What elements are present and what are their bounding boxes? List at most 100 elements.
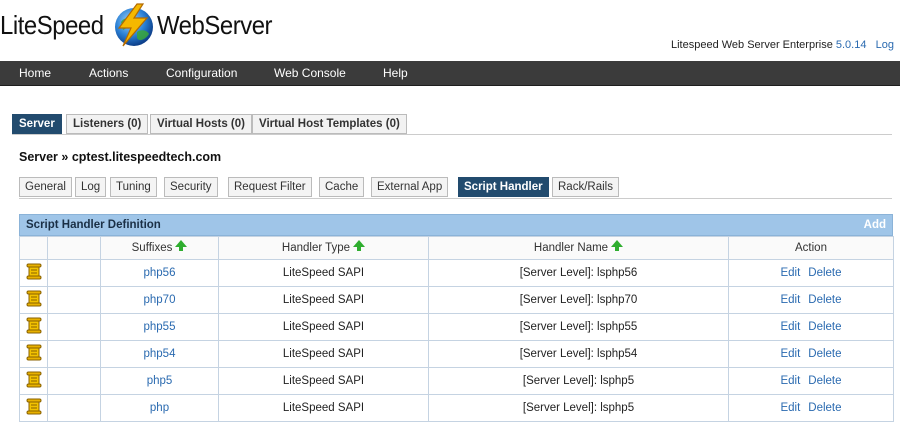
tab-general[interactable]: General	[19, 177, 72, 197]
row-blank-cell	[47, 286, 101, 314]
tab-rack-rails[interactable]: Rack/Rails	[552, 177, 619, 197]
handler-type-cell: LiteSpeed SAPI	[218, 367, 429, 395]
header-action: Action	[728, 236, 894, 260]
nav-actions[interactable]: Actions	[89, 61, 128, 85]
row-blank-cell	[47, 394, 101, 422]
table-title: Script Handler Definition	[26, 219, 161, 231]
config-tabs: General Log Tuning Security Request Filt…	[19, 177, 892, 199]
action-cell: Edit Delete	[728, 313, 894, 341]
tab-log[interactable]: Log	[75, 177, 107, 197]
table-row: php70 LiteSpeed SAPI [Server Level]: lsp…	[19, 286, 894, 314]
table-row: php LiteSpeed SAPI [Server Level]: lsphp…	[19, 394, 894, 422]
script-scroll-icon	[26, 317, 42, 334]
sort-arrow-up-icon[interactable]	[175, 240, 188, 251]
tab-request-filter[interactable]: Request Filter	[228, 177, 312, 197]
tab-cache[interactable]: Cache	[319, 177, 365, 197]
script-scroll-icon	[26, 290, 42, 307]
tab-external-app[interactable]: External App	[371, 177, 449, 197]
row-icon-cell	[19, 313, 48, 341]
tab-virtual-hosts[interactable]: Virtual Hosts (0)	[150, 114, 252, 134]
tab-listeners[interactable]: Listeners (0)	[66, 114, 149, 134]
suffix-cell[interactable]: php	[100, 394, 219, 422]
action-cell: Edit Delete	[728, 394, 894, 422]
edit-link[interactable]: Edit	[780, 402, 800, 414]
nav-home[interactable]: Home	[19, 61, 51, 85]
product-name: Litespeed Web Server Enterprise	[670, 39, 833, 51]
suffix-cell[interactable]: php70	[100, 286, 219, 314]
table-row: php55 LiteSpeed SAPI [Server Level]: lsp…	[19, 313, 894, 341]
edit-link[interactable]: Edit	[780, 375, 800, 387]
handler-type-cell: LiteSpeed SAPI	[218, 313, 429, 341]
row-blank-cell	[47, 259, 101, 287]
handler-type-cell: LiteSpeed SAPI	[218, 286, 429, 314]
action-cell: Edit Delete	[728, 286, 894, 314]
nav-configuration[interactable]: Configuration	[166, 61, 237, 85]
row-icon-cell	[19, 340, 48, 368]
tab-virtual-host-templates[interactable]: Virtual Host Templates (0)	[252, 114, 407, 134]
logout-link[interactable]: Log	[876, 39, 894, 51]
lightning-globe-icon	[107, 2, 159, 48]
main-nav: Home Actions Configuration Web Console H…	[0, 61, 900, 86]
table-row: php54 LiteSpeed SAPI [Server Level]: lsp…	[19, 340, 894, 368]
script-scroll-icon	[26, 344, 42, 361]
suffix-cell[interactable]: php55	[100, 313, 219, 341]
logo[interactable]: LiteSpeed WebServer	[0, 0, 282, 50]
delete-link[interactable]: Delete	[808, 267, 841, 279]
header-handler-type[interactable]: Handler Type	[218, 236, 429, 260]
handler-name-cell: [Server Level]: lsphp5	[428, 367, 729, 395]
edit-link[interactable]: Edit	[780, 294, 800, 306]
row-blank-cell	[47, 340, 101, 368]
handler-name-cell: [Server Level]: lsphp54	[428, 340, 729, 368]
script-handler-table: Script Handler Definition Add Suffixes H…	[19, 214, 894, 422]
header-handler-type-label: Handler Type	[281, 242, 351, 254]
row-icon-cell	[19, 286, 48, 314]
sort-arrow-up-icon[interactable]	[611, 240, 624, 251]
edit-link[interactable]: Edit	[780, 267, 800, 279]
table-row: php5 LiteSpeed SAPI [Server Level]: lsph…	[19, 367, 894, 395]
header-handler-name[interactable]: Handler Name	[428, 236, 729, 260]
suffix-cell[interactable]: php54	[100, 340, 219, 368]
row-icon-cell	[19, 367, 48, 395]
header-suffixes-label: Suffixes	[131, 242, 173, 254]
handler-type-cell: LiteSpeed SAPI	[218, 340, 429, 368]
row-blank-cell	[47, 313, 101, 341]
script-scroll-icon	[26, 398, 42, 415]
tab-tuning[interactable]: Tuning	[110, 177, 157, 197]
header-suffixes[interactable]: Suffixes	[100, 236, 219, 260]
header: LiteSpeed WebServer Litespeed Web Server…	[0, 0, 900, 58]
handler-type-cell: LiteSpeed SAPI	[218, 394, 429, 422]
edit-link[interactable]: Edit	[780, 321, 800, 333]
logo-text-right: WebServer	[156, 9, 273, 40]
action-cell: Edit Delete	[728, 340, 894, 368]
header-icon-col	[19, 236, 48, 260]
tab-server[interactable]: Server	[12, 114, 62, 134]
script-scroll-icon	[26, 263, 42, 280]
handler-table: Suffixes Handler Type Handler Name Actio…	[19, 236, 894, 422]
sort-arrow-up-icon[interactable]	[353, 240, 366, 251]
nav-help[interactable]: Help	[383, 61, 408, 85]
handler-name-cell: [Server Level]: lsphp56	[428, 259, 729, 287]
delete-link[interactable]: Delete	[808, 348, 841, 360]
handler-name-cell: [Server Level]: lsphp5	[428, 394, 729, 422]
action-cell: Edit Delete	[728, 367, 894, 395]
suffix-cell[interactable]: php56	[100, 259, 219, 287]
product-version: 5.0.14	[835, 39, 867, 51]
edit-link[interactable]: Edit	[780, 348, 800, 360]
server-tabs: Server Listeners (0) Virtual Hosts (0) V…	[12, 114, 892, 135]
delete-link[interactable]: Delete	[808, 402, 841, 414]
add-button[interactable]: Add	[864, 215, 886, 236]
tab-script-handler[interactable]: Script Handler	[458, 177, 549, 197]
tab-security[interactable]: Security	[164, 177, 218, 197]
delete-link[interactable]: Delete	[808, 375, 841, 387]
table-header-row: Suffixes Handler Type Handler Name Actio…	[19, 236, 894, 260]
breadcrumb: Server » cptest.litespeedtech.com	[19, 150, 222, 164]
delete-link[interactable]: Delete	[808, 321, 841, 333]
nav-web-console[interactable]: Web Console	[274, 61, 346, 85]
suffix-cell[interactable]: php5	[100, 367, 219, 395]
row-icon-cell	[19, 259, 48, 287]
product-info: Litespeed Web Server Enterprise 5.0.14 L…	[671, 39, 894, 51]
row-blank-cell	[47, 367, 101, 395]
header-handler-name-label: Handler Name	[533, 242, 609, 254]
script-scroll-icon	[26, 371, 42, 388]
delete-link[interactable]: Delete	[808, 294, 841, 306]
